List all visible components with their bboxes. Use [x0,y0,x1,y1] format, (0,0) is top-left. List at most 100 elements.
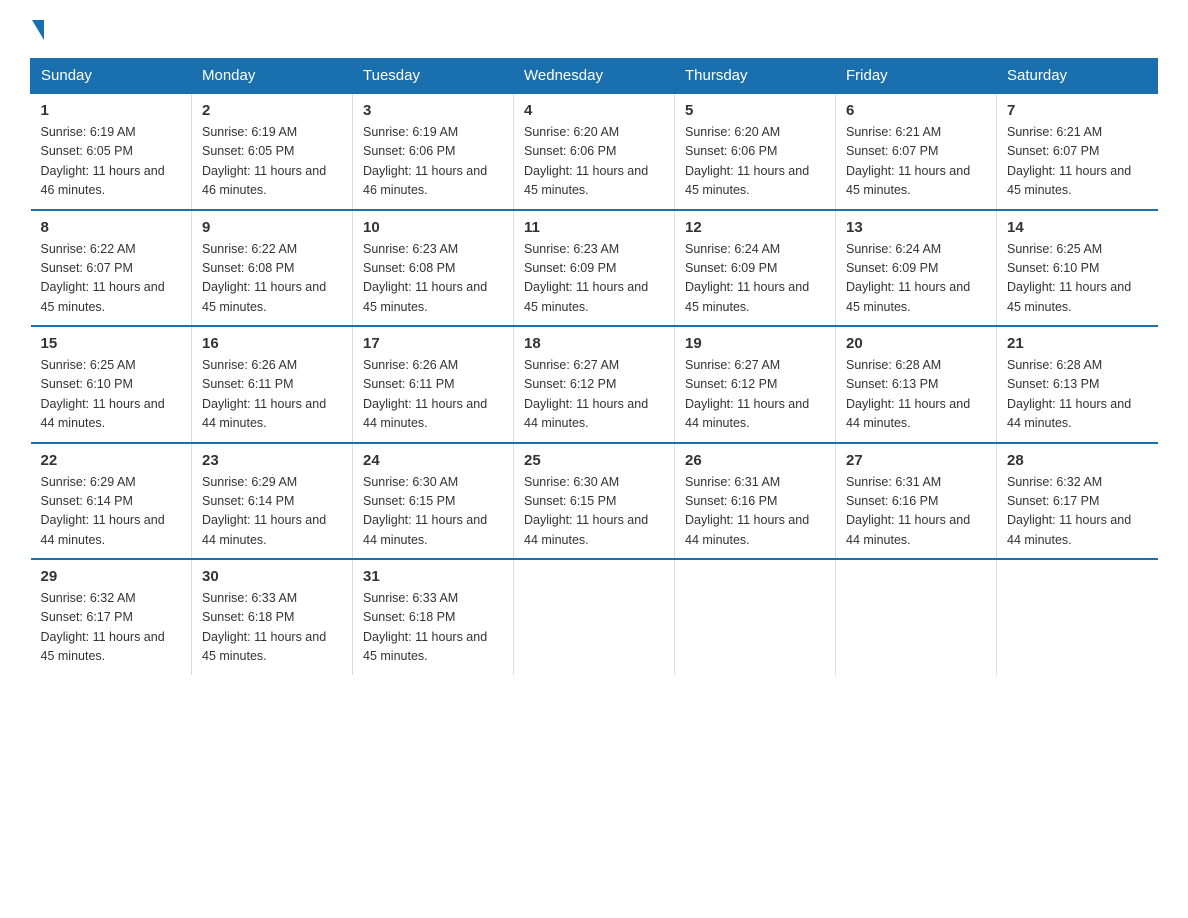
calendar-week-row: 1 Sunrise: 6:19 AMSunset: 6:05 PMDaylight… [31,93,1158,210]
day-info: Sunrise: 6:31 AMSunset: 6:16 PMDaylight:… [685,473,825,551]
day-number: 14 [1007,219,1148,236]
day-info: Sunrise: 6:32 AMSunset: 6:17 PMDaylight:… [1007,473,1148,551]
day-number: 27 [846,452,986,469]
day-info: Sunrise: 6:20 AMSunset: 6:06 PMDaylight:… [685,123,825,201]
day-info: Sunrise: 6:30 AMSunset: 6:15 PMDaylight:… [524,473,664,551]
day-info: Sunrise: 6:20 AMSunset: 6:06 PMDaylight:… [524,123,664,201]
calendar-header-row: SundayMondayTuesdayWednesdayThursdayFrid… [31,59,1158,94]
calendar-cell: 6Sunrise: 6:21 AMSunset: 6:07 PMDaylight… [836,93,997,210]
day-number: 3 [363,102,503,119]
day-info: Sunrise: 6:21 AMSunset: 6:07 PMDaylight:… [1007,123,1148,201]
calendar-cell: 22 Sunrise: 6:29 AMSunset: 6:14 PMDayligh… [31,443,192,560]
calendar-cell: 30 Sunrise: 6:33 AMSunset: 6:18 PMDayligh… [192,559,353,675]
day-number: 1 [41,102,182,119]
calendar-cell: 23Sunrise: 6:29 AMSunset: 6:14 PMDayligh… [192,443,353,560]
day-number: 29 [41,568,182,585]
day-info: Sunrise: 6:24 AMSunset: 6:09 PMDaylight:… [846,240,986,318]
day-number: 22 [41,452,182,469]
day-number: 25 [524,452,664,469]
day-info: Sunrise: 6:24 AMSunset: 6:09 PMDaylight:… [685,240,825,318]
col-header-sunday: Sunday [31,59,192,94]
calendar-week-row: 8 Sunrise: 6:22 AMSunset: 6:07 PMDaylight… [31,210,1158,327]
calendar-cell: 5 Sunrise: 6:20 AMSunset: 6:06 PMDaylight… [675,93,836,210]
day-number: 28 [1007,452,1148,469]
calendar-cell [675,559,836,675]
day-info: Sunrise: 6:33 AMSunset: 6:18 PMDaylight:… [202,589,342,667]
calendar-cell: 28 Sunrise: 6:32 AMSunset: 6:17 PMDayligh… [997,443,1158,560]
day-number: 26 [685,452,825,469]
day-info: Sunrise: 6:26 AMSunset: 6:11 PMDaylight:… [363,356,503,434]
calendar-week-row: 29 Sunrise: 6:32 AMSunset: 6:17 PMDayligh… [31,559,1158,675]
day-info: Sunrise: 6:33 AMSunset: 6:18 PMDaylight:… [363,589,503,667]
day-info: Sunrise: 6:25 AMSunset: 6:10 PMDaylight:… [41,356,182,434]
day-info: Sunrise: 6:29 AMSunset: 6:14 PMDaylight:… [41,473,182,551]
col-header-saturday: Saturday [997,59,1158,94]
calendar-cell [514,559,675,675]
day-number: 24 [363,452,503,469]
day-number: 18 [524,335,664,352]
day-number: 11 [524,219,664,236]
calendar-cell: 31 Sunrise: 6:33 AMSunset: 6:18 PMDayligh… [353,559,514,675]
day-number: 2 [202,102,342,119]
col-header-wednesday: Wednesday [514,59,675,94]
calendar-cell [836,559,997,675]
page-header [30,20,1158,40]
calendar-cell: 7 Sunrise: 6:21 AMSunset: 6:07 PMDaylight… [997,93,1158,210]
day-number: 19 [685,335,825,352]
calendar-cell: 24 Sunrise: 6:30 AMSunset: 6:15 PMDayligh… [353,443,514,560]
calendar-cell: 12 Sunrise: 6:24 AMSunset: 6:09 PMDayligh… [675,210,836,327]
calendar-cell: 18 Sunrise: 6:27 AMSunset: 6:12 PMDayligh… [514,326,675,443]
day-number: 12 [685,219,825,236]
calendar-cell: 16Sunrise: 6:26 AMSunset: 6:11 PMDayligh… [192,326,353,443]
day-number: 16 [202,335,342,352]
day-info: Sunrise: 6:27 AMSunset: 6:12 PMDaylight:… [524,356,664,434]
calendar-cell: 11Sunrise: 6:23 AMSunset: 6:09 PMDayligh… [514,210,675,327]
logo [30,20,46,40]
day-number: 7 [1007,102,1148,119]
calendar-cell: 1 Sunrise: 6:19 AMSunset: 6:05 PMDaylight… [31,93,192,210]
calendar-cell: 25 Sunrise: 6:30 AMSunset: 6:15 PMDayligh… [514,443,675,560]
calendar-cell: 20Sunrise: 6:28 AMSunset: 6:13 PMDayligh… [836,326,997,443]
day-number: 6 [846,102,986,119]
day-number: 17 [363,335,503,352]
day-info: Sunrise: 6:19 AMSunset: 6:06 PMDaylight:… [363,123,503,201]
calendar-cell: 27 Sunrise: 6:31 AMSunset: 6:16 PMDayligh… [836,443,997,560]
logo-triangle-icon [32,20,44,40]
calendar-cell: 15 Sunrise: 6:25 AMSunset: 6:10 PMDayligh… [31,326,192,443]
day-info: Sunrise: 6:32 AMSunset: 6:17 PMDaylight:… [41,589,182,667]
day-number: 31 [363,568,503,585]
day-number: 9 [202,219,342,236]
day-number: 23 [202,452,342,469]
day-number: 4 [524,102,664,119]
day-number: 13 [846,219,986,236]
col-header-monday: Monday [192,59,353,94]
calendar-cell: 9Sunrise: 6:22 AMSunset: 6:08 PMDaylight… [192,210,353,327]
day-number: 8 [41,219,182,236]
day-info: Sunrise: 6:19 AMSunset: 6:05 PMDaylight:… [41,123,182,201]
calendar-cell: 10 Sunrise: 6:23 AMSunset: 6:08 PMDayligh… [353,210,514,327]
calendar-cell: 29 Sunrise: 6:32 AMSunset: 6:17 PMDayligh… [31,559,192,675]
day-info: Sunrise: 6:31 AMSunset: 6:16 PMDaylight:… [846,473,986,551]
day-number: 10 [363,219,503,236]
day-info: Sunrise: 6:27 AMSunset: 6:12 PMDaylight:… [685,356,825,434]
calendar-cell: 14 Sunrise: 6:25 AMSunset: 6:10 PMDayligh… [997,210,1158,327]
day-number: 5 [685,102,825,119]
day-info: Sunrise: 6:22 AMSunset: 6:07 PMDaylight:… [41,240,182,318]
day-number: 15 [41,335,182,352]
day-info: Sunrise: 6:30 AMSunset: 6:15 PMDaylight:… [363,473,503,551]
calendar-cell: 19 Sunrise: 6:27 AMSunset: 6:12 PMDayligh… [675,326,836,443]
day-info: Sunrise: 6:19 AMSunset: 6:05 PMDaylight:… [202,123,342,201]
calendar-cell [997,559,1158,675]
day-info: Sunrise: 6:25 AMSunset: 6:10 PMDaylight:… [1007,240,1148,318]
day-number: 20 [846,335,986,352]
calendar-cell: 8 Sunrise: 6:22 AMSunset: 6:07 PMDaylight… [31,210,192,327]
day-info: Sunrise: 6:28 AMSunset: 6:13 PMDaylight:… [1007,356,1148,434]
calendar-table: SundayMondayTuesdayWednesdayThursdayFrid… [30,58,1158,675]
day-info: Sunrise: 6:23 AMSunset: 6:08 PMDaylight:… [363,240,503,318]
calendar-cell: 3 Sunrise: 6:19 AMSunset: 6:06 PMDaylight… [353,93,514,210]
calendar-cell: 13 Sunrise: 6:24 AMSunset: 6:09 PMDayligh… [836,210,997,327]
day-number: 21 [1007,335,1148,352]
col-header-tuesday: Tuesday [353,59,514,94]
col-header-friday: Friday [836,59,997,94]
day-number: 30 [202,568,342,585]
